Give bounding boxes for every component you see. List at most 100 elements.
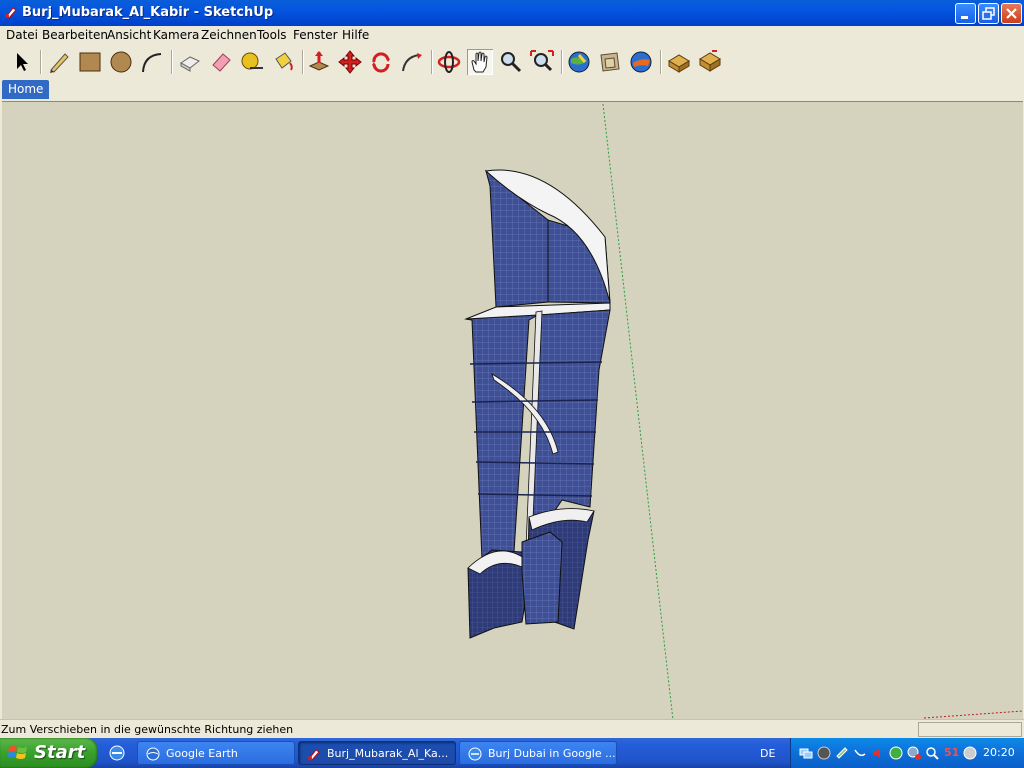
- menu-tools[interactable]: Tools: [257, 28, 287, 42]
- eraser-tool-button[interactable]: [208, 49, 234, 75]
- rectangle-tool-button[interactable]: [77, 49, 103, 75]
- make-component-icon: [180, 56, 200, 72]
- network-icon[interactable]: [799, 746, 813, 760]
- menu-fenster[interactable]: Fenster: [293, 28, 338, 42]
- model-canvas: [464, 103, 1023, 720]
- zoom-extents-icon: [530, 50, 554, 72]
- tape-measure-tool-button[interactable]: [239, 49, 265, 75]
- language-indicator[interactable]: DE: [760, 747, 775, 760]
- taskbar-item-browser[interactable]: Burj Dubai in Google ...: [459, 741, 617, 765]
- move-icon: [338, 50, 362, 74]
- orbit-tool-button[interactable]: [436, 49, 462, 75]
- toolbar-separator: [431, 50, 433, 74]
- zoom-extents-tool-button[interactable]: [529, 49, 555, 75]
- ie-icon: [468, 747, 482, 761]
- google-earth-tool-button[interactable]: [628, 49, 654, 75]
- get-models-tool-button[interactable]: [566, 49, 592, 75]
- menu-hilfe[interactable]: Hilfe: [342, 28, 369, 42]
- scene-tabs: Home: [0, 80, 1024, 100]
- zoom-tool-button[interactable]: [498, 49, 524, 75]
- zoom-icon: [501, 52, 522, 73]
- pencil-icon: [50, 53, 69, 73]
- menu-ansicht[interactable]: Ansicht: [107, 28, 151, 42]
- security-icon[interactable]: [817, 746, 831, 760]
- toolbar-separator: [171, 50, 173, 74]
- tray-counter: 51: [944, 746, 960, 759]
- eraser-icon: [212, 53, 231, 72]
- share-model-tool-button[interactable]: [597, 49, 623, 75]
- select-tool-button[interactable]: [8, 49, 34, 75]
- restore-icon: [982, 7, 995, 20]
- menu-datei[interactable]: Datei: [6, 28, 38, 42]
- ea-icon[interactable]: [963, 746, 977, 760]
- taskbar: Start Google Earth Burj_Mubarak_Al_Ka...…: [0, 738, 1024, 768]
- taskbar-item-label: Burj Dubai in Google ...: [488, 747, 616, 760]
- toolbar: [0, 44, 1024, 80]
- follow-me-tool-button[interactable]: [399, 49, 425, 75]
- rectangle-icon: [79, 52, 101, 72]
- sketchup-app-icon: [308, 749, 320, 761]
- red-axis: [923, 710, 1023, 719]
- warehouse-tool-button[interactable]: [666, 49, 692, 75]
- clock[interactable]: 20:20: [983, 746, 1015, 759]
- minimize-icon: [961, 16, 968, 19]
- get-models-icon: [568, 51, 590, 73]
- usb-icon[interactable]: [835, 746, 849, 760]
- paint-bucket-tool-button[interactable]: [270, 49, 296, 75]
- rotate-tool-button[interactable]: [368, 49, 394, 75]
- ie-quicklaunch-icon[interactable]: [108, 744, 126, 762]
- paint-bucket-icon: [275, 52, 293, 71]
- windows-logo-icon: [8, 746, 27, 759]
- menu-bearbeiten[interactable]: Bearbeiten: [42, 28, 108, 42]
- status-bar: Zum Verschieben in die gewünschte Richtu…: [0, 719, 1024, 739]
- sketchup-app-icon: [5, 7, 17, 19]
- pan-tool-button[interactable]: [467, 49, 493, 75]
- update-icon[interactable]: [889, 746, 903, 760]
- menu-bar: Datei Bearbeiten Ansicht Kamera Zeichnen…: [0, 26, 1024, 44]
- toolbar-separator: [660, 50, 662, 74]
- component-tool-button[interactable]: [697, 49, 723, 75]
- circle-tool-button[interactable]: [108, 49, 134, 75]
- make-component-tool-button[interactable]: [177, 49, 203, 75]
- status-text: Zum Verschieben in die gewünschte Richtu…: [1, 723, 294, 736]
- toolbar-separator: [40, 50, 42, 74]
- select-icon: [17, 53, 28, 71]
- tape-measure-icon: [241, 52, 263, 70]
- component-icon: [699, 50, 721, 72]
- tab-home[interactable]: Home: [2, 80, 50, 99]
- measurements-field[interactable]: [918, 722, 1022, 737]
- share-model-icon: [600, 52, 620, 72]
- search-icon[interactable]: [925, 746, 939, 760]
- restore-button[interactable]: [978, 3, 999, 24]
- minimize-button[interactable]: [955, 3, 976, 24]
- follow-me-icon: [402, 53, 422, 72]
- arc-icon: [142, 53, 162, 73]
- connection-icon[interactable]: [853, 746, 867, 760]
- taskbar-item-label: Burj_Mubarak_Al_Ka...: [327, 747, 449, 760]
- orbit-icon: [437, 51, 461, 73]
- circle-icon: [110, 51, 132, 73]
- title-bar[interactable]: Burj_Mubarak_Al_Kabir - SketchUp: [0, 0, 1024, 26]
- rotate-icon: [372, 52, 390, 73]
- arc-tool-button[interactable]: [139, 49, 165, 75]
- taskbar-item-sketchup[interactable]: Burj_Mubarak_Al_Ka...: [298, 741, 456, 765]
- toolbar-separator: [561, 50, 563, 74]
- alert-icon[interactable]: [907, 746, 921, 760]
- start-label: Start: [34, 742, 86, 763]
- pan-icon: [471, 51, 488, 73]
- model-viewport[interactable]: [2, 101, 1023, 720]
- green-axis: [602, 103, 674, 720]
- window-title: Burj_Mubarak_Al_Kabir - SketchUp: [22, 5, 274, 20]
- pencil-tool-button[interactable]: [46, 49, 72, 75]
- push-pull-icon: [308, 51, 330, 71]
- close-button[interactable]: [1001, 3, 1022, 24]
- push-pull-tool-button[interactable]: [306, 49, 332, 75]
- menu-kamera[interactable]: Kamera: [153, 28, 199, 42]
- system-tray: 51 20:20: [790, 738, 1024, 768]
- google-earth-icon: [630, 51, 652, 73]
- menu-zeichnen[interactable]: Zeichnen: [201, 28, 257, 42]
- volume-icon[interactable]: [871, 746, 885, 760]
- taskbar-item-google-earth[interactable]: Google Earth: [137, 741, 295, 765]
- move-tool-button[interactable]: [337, 49, 363, 75]
- start-button[interactable]: Start: [0, 738, 98, 768]
